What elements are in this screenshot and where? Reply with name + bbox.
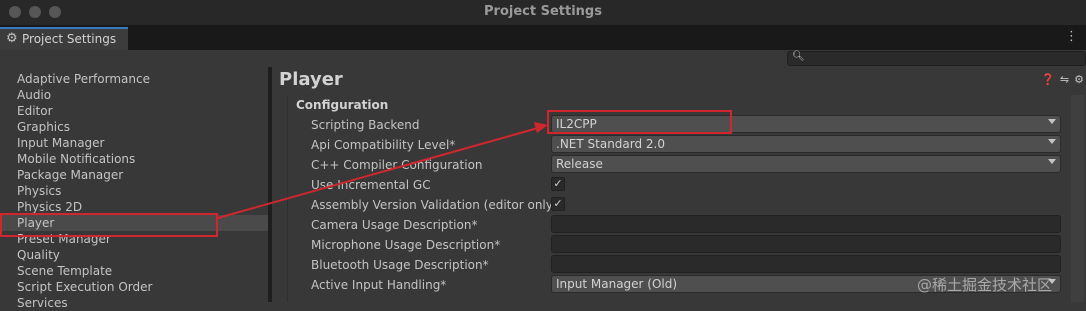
annotation-arrow: [217, 122, 548, 219]
watermark: @稀土掘金技术社区: [917, 276, 1053, 294]
